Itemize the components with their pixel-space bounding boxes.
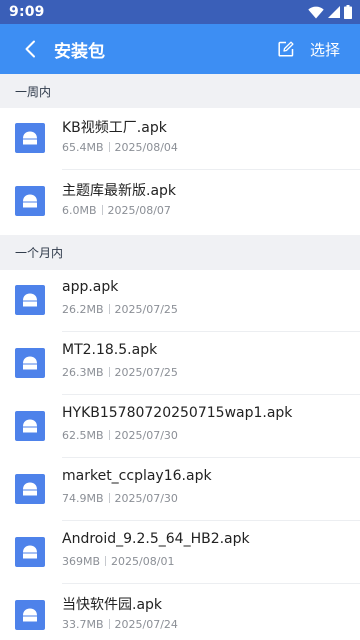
file-name: MT2.18.5.apk (62, 342, 158, 358)
list-item[interactable]: KB视频工厂.apk 65.4MB 2025/08/04 (0, 108, 360, 170)
file-meta: 65.4MB 2025/08/04 (62, 141, 178, 154)
app-bar: 安装包 选择 (0, 24, 360, 74)
meta-separator (105, 556, 107, 566)
meta-separator (108, 304, 110, 314)
file-date: 2025/08/01 (111, 555, 175, 568)
status-bar: 9:09 (0, 0, 360, 24)
list-item[interactable]: HYKB15780720250715wap1.apk 62.5MB 2025/07… (0, 396, 360, 458)
apk-file-icon (15, 348, 45, 378)
section-header: 一周内 (0, 74, 360, 108)
file-date: 2025/07/30 (114, 429, 178, 442)
file-size: 33.7MB (62, 618, 104, 631)
file-size: 74.9MB (62, 492, 104, 505)
file-meta: 369MB 2025/08/01 (62, 555, 174, 568)
apk-file-icon (15, 285, 45, 315)
row-divider (62, 520, 360, 521)
row-divider (62, 583, 360, 584)
file-name: KB视频工厂.apk (62, 120, 167, 136)
signal-icon (328, 6, 340, 18)
list-item[interactable]: MT2.18.5.apk 26.3MB 2025/07/25 (0, 333, 360, 395)
status-icons (308, 5, 352, 19)
file-size: 62.5MB (62, 429, 104, 442)
file-date: 2025/07/24 (114, 618, 178, 631)
meta-separator (108, 430, 110, 440)
edit-button[interactable] (268, 24, 304, 74)
row-divider (62, 169, 360, 170)
meta-separator (108, 142, 110, 152)
list-item[interactable]: 主题库最新版.apk 6.0MB 2025/08/07 (0, 171, 360, 233)
apk-file-icon (15, 474, 45, 504)
file-meta: 26.2MB 2025/07/25 (62, 303, 178, 316)
file-size: 6.0MB (62, 204, 97, 217)
apk-file-icon (15, 600, 45, 630)
file-date: 2025/07/25 (114, 303, 178, 316)
apk-file-icon (15, 123, 45, 153)
list-item[interactable]: 当快软件园.apk 33.7MB 2025/07/24 (0, 585, 360, 640)
file-name: app.apk (62, 279, 119, 295)
file-date: 2025/07/30 (114, 492, 178, 505)
file-date: 2025/07/25 (114, 366, 178, 379)
edit-icon (278, 41, 294, 57)
file-size: 65.4MB (62, 141, 104, 154)
list-item[interactable]: app.apk 26.2MB 2025/07/25 (0, 270, 360, 332)
file-meta: 33.7MB 2025/07/24 (62, 618, 178, 631)
file-size: 369MB (62, 555, 101, 568)
file-meta: 6.0MB 2025/08/07 (62, 204, 171, 217)
apk-file-icon (15, 186, 45, 216)
meta-separator (101, 205, 103, 215)
row-divider (62, 394, 360, 395)
apk-file-icon (15, 411, 45, 441)
meta-separator (108, 493, 110, 503)
row-divider (62, 331, 360, 332)
file-date: 2025/08/07 (107, 204, 171, 217)
file-name: Android_9.2.5_64_HB2.apk (62, 531, 250, 547)
file-meta: 26.3MB 2025/07/25 (62, 366, 178, 379)
file-meta: 74.9MB 2025/07/30 (62, 492, 178, 505)
file-name: 主题库最新版.apk (62, 183, 177, 199)
chevron-left-icon (25, 40, 35, 58)
wifi-icon (308, 6, 324, 18)
file-name: HYKB15780720250715wap1.apk (62, 405, 293, 421)
file-date: 2025/08/04 (114, 141, 178, 154)
file-size: 26.2MB (62, 303, 104, 316)
meta-separator (108, 367, 110, 377)
file-meta: 62.5MB 2025/07/30 (62, 429, 178, 442)
meta-separator (108, 619, 110, 629)
file-size: 26.3MB (62, 366, 104, 379)
back-button[interactable] (6, 24, 54, 74)
section-header: 一个月内 (0, 235, 360, 270)
select-button[interactable]: 选择 (310, 39, 340, 60)
file-name: market_ccplay16.apk (62, 468, 212, 484)
list-item[interactable]: Android_9.2.5_64_HB2.apk 369MB 2025/08/01 (0, 522, 360, 584)
row-divider (62, 457, 360, 458)
battery-icon (344, 5, 352, 19)
page-title: 安装包 (54, 41, 105, 62)
apk-file-icon (15, 537, 45, 567)
status-time: 9:09 (9, 4, 45, 20)
file-name: 当快软件园.apk (62, 597, 163, 613)
list-item[interactable]: market_ccplay16.apk 74.9MB 2025/07/30 (0, 459, 360, 521)
